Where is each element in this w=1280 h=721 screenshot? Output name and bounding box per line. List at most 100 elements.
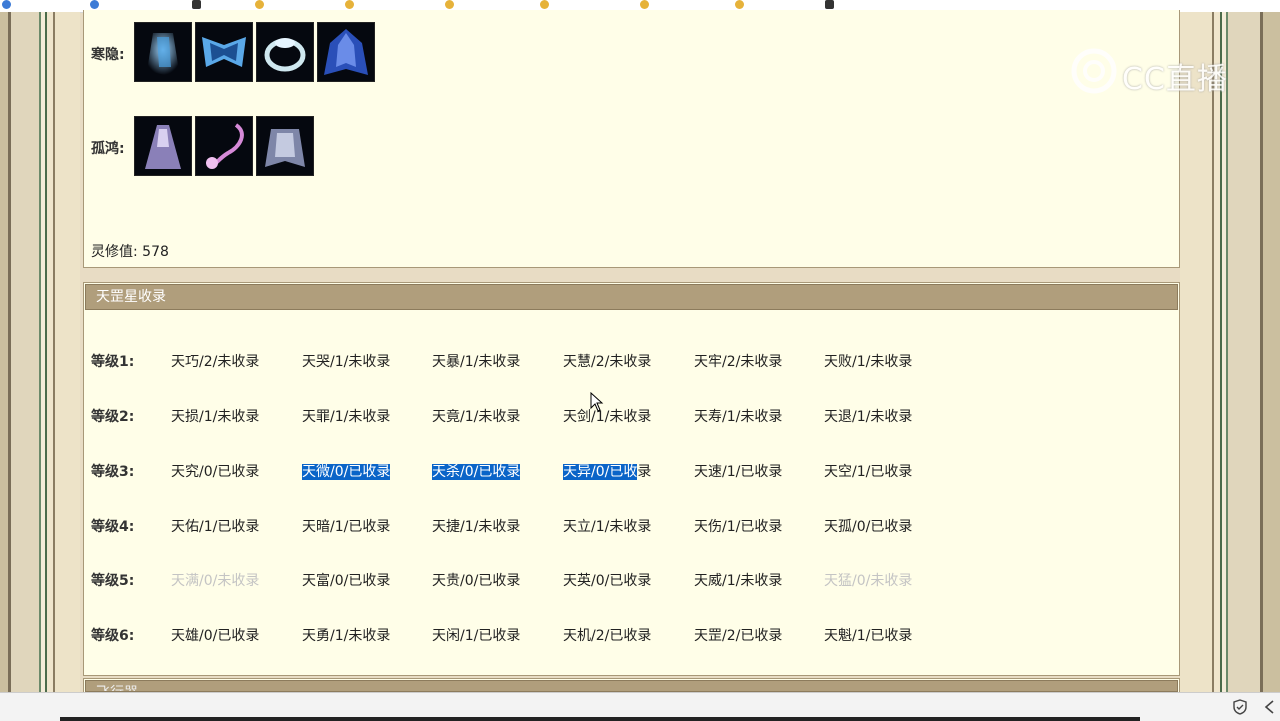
star-entry[interactable]: 天究/0/已收录 [171, 461, 259, 481]
star-entry[interactable]: 天闲/1/已收录 [432, 625, 520, 645]
star-entry-text: 天暴/1/未收录 [432, 354, 521, 370]
bookmark-icon [90, 0, 99, 9]
bookmark-item[interactable] [540, 0, 552, 9]
star-entry-text: 天寿/1/未收录 [694, 409, 783, 425]
star-entry-text: 天剑/1/未收录 [563, 409, 652, 425]
gear-set-label: 孤鸿: [91, 141, 125, 157]
star-entry[interactable]: 天慧/2/未收录 [563, 351, 651, 371]
shield-icon[interactable] [1232, 699, 1248, 715]
star-entry[interactable]: 天罡/2/已收录 [694, 625, 782, 645]
star-entry[interactable]: 天退/1/未收录 [824, 406, 912, 426]
dress-icon[interactable] [134, 116, 192, 176]
star-entry[interactable]: 天满/0/未收录 [171, 570, 259, 590]
taskbar [0, 692, 1280, 721]
star-entry[interactable]: 天伤/1/已收录 [694, 516, 782, 536]
star-entry[interactable]: 天立/1/未收录 [563, 516, 651, 536]
star-entry[interactable]: 天富/0/已收录 [302, 570, 390, 590]
star-entry[interactable]: 天捷/1/未收录 [432, 516, 520, 536]
gear-set-label: 寒隐: [91, 47, 125, 63]
bookmark-item[interactable] [445, 0, 457, 9]
bookmark-item[interactable] [192, 0, 204, 9]
robe-icon[interactable] [256, 116, 314, 176]
stars-panel: 天罡星收录 等级1: 天巧/2/未收录 天哭/1/未收录 天暴/1/未收录 天慧/2/未… [83, 282, 1180, 676]
bracelet-icon[interactable] [195, 116, 253, 176]
star-entry-text: 天杀/0/已收录 [432, 464, 521, 480]
bookmark-item[interactable] [345, 0, 357, 9]
star-entry[interactable]: 天哭/1/未收录 [302, 351, 390, 371]
star-entry-text: 天孤/0/已收录 [824, 519, 913, 535]
star-entry-text: 天暗/1/已收录 [302, 519, 391, 535]
star-entry[interactable]: 天败/1/未收录 [824, 351, 912, 371]
star-entry[interactable]: 天寿/1/未收录 [694, 406, 782, 426]
star-entry-text: 天损/1/未收录 [171, 409, 260, 425]
star-entry-text: 天闲/1/已收录 [432, 628, 521, 644]
star-entry-text: 天捷/1/未收录 [432, 519, 521, 535]
star-entry-text: 天竟/1/未收录 [432, 409, 521, 425]
level-label: 等级1: [91, 354, 135, 370]
star-entry-text: 天罪/1/未收录 [302, 409, 391, 425]
star-entry[interactable]: 天暗/1/已收录 [302, 516, 390, 536]
star-entry[interactable]: 天空/1/已收录 [824, 461, 912, 481]
star-entry[interactable]: 天威/1/未收录 [694, 570, 782, 590]
star-entry[interactable]: 天佑/1/已收录 [171, 516, 259, 536]
star-entry-text: 天败/1/未收录 [824, 354, 913, 370]
star-entry[interactable]: 天剑/1/未收录 [563, 406, 651, 426]
bookmark-item[interactable] [90, 0, 102, 9]
chevron-left-icon[interactable] [1262, 699, 1278, 715]
star-entry-text: 天英/0/已收录 [563, 573, 652, 589]
star-entry-text: 天牢/2/未收录 [694, 354, 783, 370]
star-entry[interactable]: 天贵/0/已收录 [432, 570, 520, 590]
star-entry[interactable]: 天机/2/已收录 [563, 625, 651, 645]
bookmark-item[interactable] [255, 0, 267, 9]
star-entry[interactable]: 天损/1/未收录 [171, 406, 259, 426]
star-entry-text: 天哭/1/未收录 [302, 354, 391, 370]
star-entry-text: 天伤/1/已收录 [694, 519, 783, 535]
star-entry[interactable]: 天速/1/已收录 [694, 461, 782, 481]
main-content: 寒隐: 孤鸿: 灵修值: 578 天罡星收录 等级1: 天巧/2/未收录 天哭/… [83, 10, 1180, 720]
star-entry[interactable]: 天英/0/已收录 [563, 570, 651, 590]
cloak-icon[interactable] [317, 22, 375, 82]
bookmark-item[interactable] [825, 0, 837, 9]
star-entry[interactable]: 天孤/0/已收录 [824, 516, 912, 536]
star-entry-text: 天雄/0/已收录 [171, 628, 260, 644]
star-entry-text: 天佑/1/已收录 [171, 519, 260, 535]
gear-panel: 寒隐: 孤鸿: 灵修值: 578 [83, 10, 1180, 268]
bookmark-item[interactable] [735, 0, 747, 9]
armor-icon[interactable] [195, 22, 253, 82]
star-entry[interactable]: 天罪/1/未收录 [302, 406, 390, 426]
star-entry[interactable]: 天雄/0/已收录 [171, 625, 259, 645]
star-entry-text: 天威/1/未收录 [694, 573, 783, 589]
star-entry[interactable]: 天微/0/已收录 [302, 461, 391, 481]
robe-icon[interactable] [134, 22, 192, 82]
bookmark-item[interactable] [640, 0, 652, 9]
star-entry[interactable]: 天魁/1/已收录 [824, 625, 912, 645]
star-entry[interactable]: 天猛/0/未收录 [824, 570, 912, 590]
star-entry-text: 天富/0/已收录 [302, 573, 391, 589]
star-entry[interactable]: 天异/0/已收录 [563, 461, 651, 481]
bookmark-item[interactable] [2, 0, 14, 9]
lingxiu-label: 灵修值: [91, 244, 138, 260]
bookmark-icon [640, 0, 649, 9]
ring-icon[interactable] [256, 22, 314, 82]
star-entry-text: 天满/0/未收录 [171, 573, 260, 589]
cc-logo-icon [1071, 48, 1117, 94]
star-entry[interactable]: 天杀/0/已收录 [432, 461, 521, 481]
next-panel-title: 飞行器 [85, 680, 1178, 692]
star-entry[interactable]: 天牢/2/未收录 [694, 351, 782, 371]
level-label: 等级3: [91, 464, 135, 480]
star-entry[interactable]: 天竟/1/未收录 [432, 406, 520, 426]
bookmark-icon [255, 0, 264, 9]
star-entry-text: 天勇/1/未收录 [302, 628, 391, 644]
star-entry-text: 天魁/1/已收录 [824, 628, 913, 644]
star-entry-text: 天异/0/已收录 [563, 464, 652, 480]
star-entry[interactable]: 天巧/2/未收录 [171, 351, 259, 371]
star-entry[interactable]: 天暴/1/未收录 [432, 351, 520, 371]
taskbar-strip [60, 717, 1140, 721]
star-entry-text: 天猛/0/未收录 [824, 573, 913, 589]
bookmark-icon [2, 0, 11, 9]
level-label: 等级2: [91, 409, 135, 425]
bookmark-icon [345, 0, 354, 9]
star-entry-text: 天机/2/已收录 [563, 628, 652, 644]
level-label: 等级6: [91, 628, 135, 644]
star-entry[interactable]: 天勇/1/未收录 [302, 625, 390, 645]
